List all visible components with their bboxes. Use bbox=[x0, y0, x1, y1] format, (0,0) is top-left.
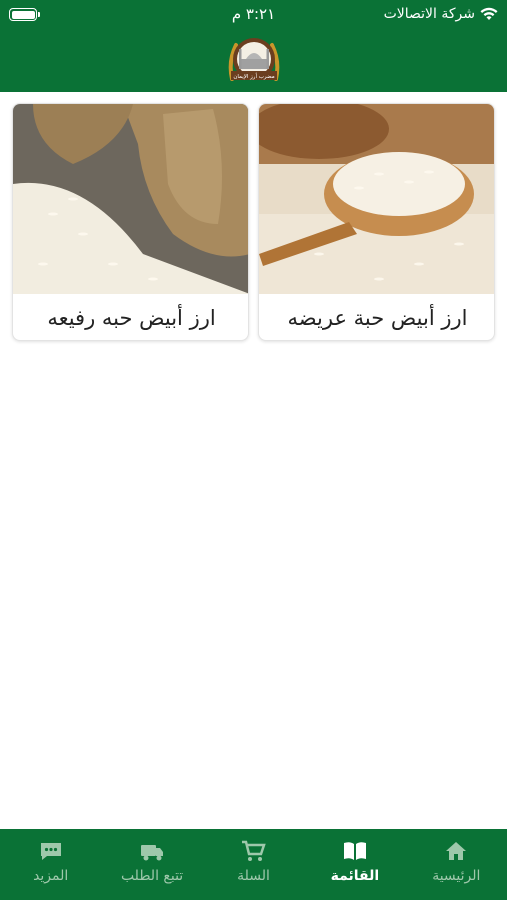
status-bar: ٣:٢١ م شركة الاتصالات bbox=[0, 0, 507, 30]
rice-sack-image bbox=[13, 104, 248, 294]
tab-label: القائمة bbox=[330, 868, 380, 884]
product-name: ارز أبيض حبه رفيعه bbox=[47, 306, 216, 330]
tab-track-order[interactable]: تتبع الطلب bbox=[101, 829, 202, 900]
product-list: ارز أبيض حبة عريضه ارز أبيض حبه رفيعه bbox=[12, 103, 495, 341]
rice-spoon-image bbox=[259, 104, 494, 294]
tab-home[interactable]: الرئيسية bbox=[406, 829, 507, 900]
product-card[interactable]: ارز أبيض حبة عريضه bbox=[258, 103, 495, 341]
tab-cart[interactable]: السلة bbox=[203, 829, 304, 900]
app-header: ٣:٢١ م شركة الاتصالات مضرب أرز الإيمان bbox=[0, 0, 507, 92]
svg-text:مضرب أرز الإيمان: مضرب أرز الإيمان bbox=[233, 72, 274, 80]
product-card[interactable]: ارز أبيض حبه رفيعه bbox=[12, 103, 249, 341]
mosque-logo-icon: مضرب أرز الإيمان bbox=[228, 38, 280, 81]
tab-label: السلة bbox=[237, 868, 270, 884]
wifi-icon bbox=[480, 7, 498, 20]
more-chat-icon bbox=[40, 843, 61, 860]
carrier-name: شركة الاتصالات bbox=[383, 6, 475, 22]
carrier-info: شركة الاتصالات bbox=[384, 6, 499, 22]
tab-label: الرئيسية bbox=[432, 868, 481, 884]
tab-menu[interactable]: القائمة bbox=[304, 829, 405, 900]
menu-book-icon bbox=[343, 842, 366, 860]
product-name: ارز أبيض حبة عريضه bbox=[287, 306, 468, 330]
cart-icon bbox=[242, 840, 267, 861]
delivery-truck-icon bbox=[141, 845, 164, 861]
tab-more[interactable]: المزيد bbox=[0, 829, 101, 900]
bottom-tab-bar: الرئيسية القائمة السلة تتبع الطلب المزيد bbox=[0, 829, 507, 900]
home-icon bbox=[446, 842, 467, 860]
tab-label: تتبع الطلب bbox=[120, 868, 184, 884]
tab-label: المزيد bbox=[33, 868, 69, 884]
